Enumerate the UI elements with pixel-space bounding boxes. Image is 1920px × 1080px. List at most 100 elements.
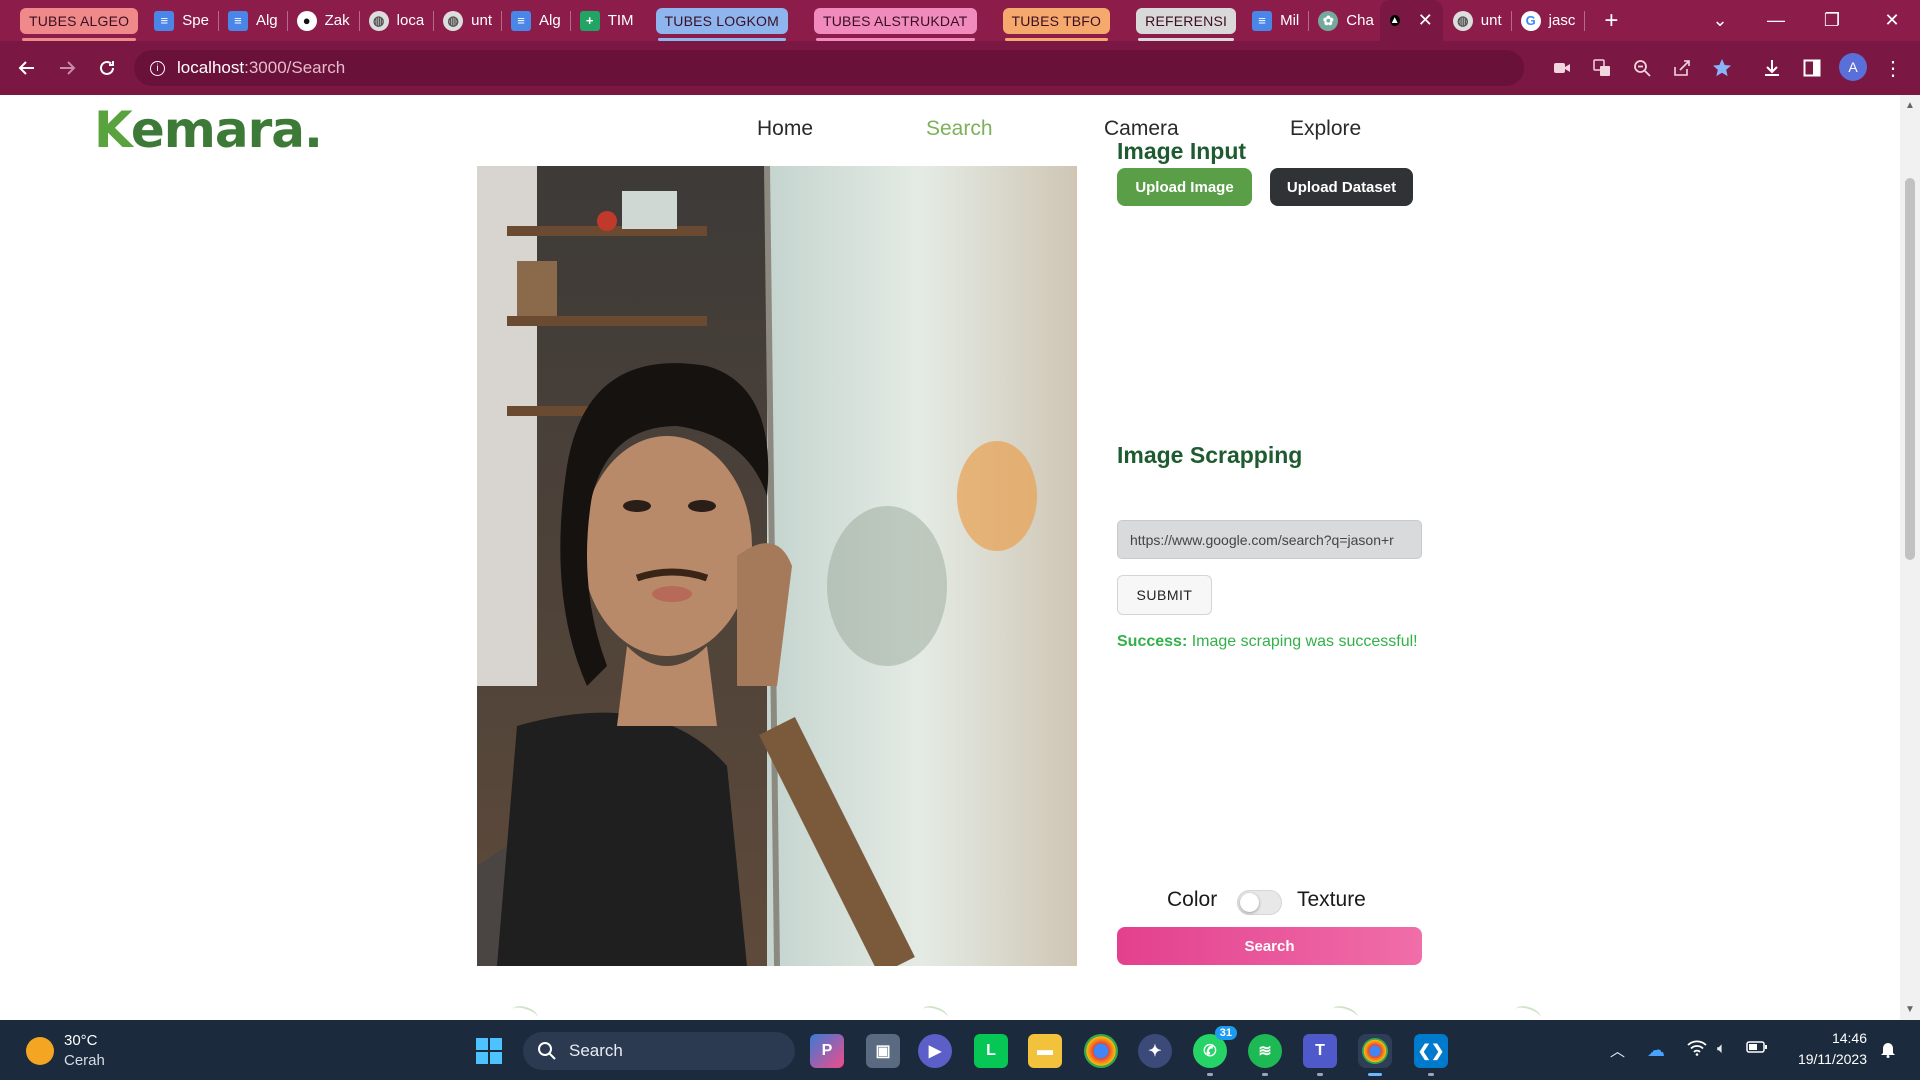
- taskbar-search[interactable]: Search: [523, 1032, 795, 1070]
- web-page: Kemara. Home Search Camera Explore Image…: [0, 95, 1900, 1020]
- search-button[interactable]: Search: [1117, 927, 1422, 965]
- chrome-icon[interactable]: [1084, 1034, 1118, 1068]
- tab-title: Alg: [539, 12, 561, 29]
- browser-tab[interactable]: ◍ unt: [443, 0, 492, 41]
- toggle-label-texture: Texture: [1297, 888, 1366, 911]
- browser-tab[interactable]: G jasc: [1520, 0, 1575, 41]
- browser-tab[interactable]: ≡ Spe: [154, 0, 209, 41]
- bookmark-star-icon[interactable]: [1708, 54, 1736, 82]
- nav-explore[interactable]: Explore: [1290, 117, 1361, 141]
- camera-blocked-icon[interactable]: [1548, 54, 1576, 82]
- kemara-logo[interactable]: Kemara.: [94, 101, 323, 159]
- decorative-leaf: [510, 1003, 540, 1020]
- university-app-icon[interactable]: ✦: [1138, 1034, 1172, 1068]
- teams-chat-icon[interactable]: ▶: [918, 1034, 952, 1068]
- forward-icon[interactable]: [47, 48, 87, 88]
- volume-icon[interactable]: 🔈︎: [1717, 1040, 1726, 1057]
- start-windows-icon[interactable]: [472, 1034, 506, 1068]
- nav-search[interactable]: Search: [926, 117, 993, 141]
- tab-search-icon[interactable]: ⌄: [1692, 0, 1748, 41]
- browser-tab[interactable]: ◍ loca: [368, 0, 425, 41]
- google-icon: G: [1520, 10, 1541, 31]
- tab-title: Spe: [182, 12, 209, 29]
- task-view-icon[interactable]: ▣: [866, 1034, 900, 1068]
- profile-avatar[interactable]: A: [1839, 53, 1867, 81]
- translate-icon[interactable]: [1588, 54, 1616, 82]
- upload-dataset-button[interactable]: Upload Dataset: [1270, 168, 1413, 206]
- site-info-icon[interactable]: i: [150, 60, 165, 76]
- tab-group-tubes-algeo[interactable]: TUBES ALGEO: [20, 7, 139, 41]
- scroll-down-icon[interactable]: ▼: [1905, 1004, 1915, 1015]
- browser-tab[interactable]: ◍ unt: [1452, 0, 1502, 41]
- globe-icon: ◍: [368, 10, 389, 31]
- vscode-icon[interactable]: ❮❯: [1414, 1034, 1448, 1076]
- minimize-icon[interactable]: —: [1748, 0, 1804, 41]
- zoom-icon[interactable]: [1628, 54, 1656, 82]
- whatsapp-icon[interactable]: ✆ 31: [1193, 1026, 1237, 1076]
- browser-tab[interactable]: ≡ Alg: [227, 0, 278, 41]
- share-icon[interactable]: [1668, 54, 1696, 82]
- tab-group-tubes-logkom[interactable]: TUBES LOGKOM: [655, 7, 788, 41]
- globe-icon: ◍: [443, 10, 464, 31]
- nav-home[interactable]: Home: [757, 117, 813, 141]
- status-prefix: Success:: [1117, 633, 1188, 650]
- tab-title: loca: [396, 12, 425, 29]
- show-hidden-icons[interactable]: ︿: [1610, 1040, 1625, 1061]
- tab-group-tubes-alstrukdat[interactable]: TUBES ALSTRUKDAT: [813, 7, 977, 41]
- restore-icon[interactable]: ❐: [1804, 0, 1860, 41]
- back-icon[interactable]: [7, 48, 47, 88]
- color-texture-toggle[interactable]: [1237, 890, 1282, 915]
- tab-group-referensi[interactable]: REFERENSI: [1136, 7, 1237, 41]
- tab-title: Mil: [1280, 12, 1300, 29]
- scrape-url-input[interactable]: https://www.google.com/search?q=jason+r: [1117, 520, 1422, 559]
- teams-icon[interactable]: T: [1303, 1034, 1337, 1076]
- tab-group-tubes-tbfo[interactable]: TUBES TBFO: [1002, 7, 1111, 41]
- onedrive-icon[interactable]: ☁: [1647, 1040, 1665, 1061]
- browser-tab[interactable]: ≡ Alg: [511, 0, 561, 41]
- github-icon: ●: [296, 10, 317, 31]
- close-tab-icon[interactable]: ✕: [1418, 10, 1433, 31]
- status-text: Image scraping was successful!: [1191, 633, 1418, 650]
- docs-icon: ≡: [511, 10, 532, 31]
- triangle-icon: ▲: [1389, 15, 1400, 26]
- reload-icon[interactable]: [87, 48, 127, 88]
- browser-toolbar: i localhost:3000/Search A ⋮: [0, 41, 1920, 95]
- browser-tab-active[interactable]: ▲ ✕: [1379, 0, 1443, 41]
- tab-title: Alg: [255, 12, 278, 29]
- scroll-up-icon[interactable]: ▲: [1905, 100, 1915, 111]
- design-app-icon[interactable]: P: [810, 1034, 844, 1068]
- download-icon[interactable]: [1758, 54, 1786, 82]
- weather-icon[interactable]: [26, 1037, 54, 1065]
- docs-icon: ≡: [154, 10, 175, 31]
- line-icon[interactable]: L: [974, 1034, 1008, 1068]
- image-scrapping-title: Image Scrapping: [1117, 442, 1303, 468]
- tab-title: TIM: [607, 12, 634, 29]
- weather-temp: 30°C: [64, 1032, 98, 1049]
- new-tab-icon[interactable]: +: [1604, 7, 1618, 35]
- scroll-thumb[interactable]: [1905, 178, 1915, 560]
- wifi-icon[interactable]: [1687, 1040, 1707, 1060]
- browser-tab[interactable]: ✿ Cha: [1318, 0, 1374, 41]
- globe-icon: ◍: [1452, 10, 1473, 31]
- address-bar[interactable]: i localhost:3000/Search: [134, 50, 1524, 86]
- window-close-icon[interactable]: ✕: [1864, 0, 1920, 41]
- clock-time[interactable]: 14:46: [1787, 1030, 1867, 1046]
- browser-tab[interactable]: + TIM: [579, 0, 634, 41]
- browser-tab[interactable]: ≡ Mil: [1252, 0, 1299, 41]
- menu-kebab-icon[interactable]: ⋮: [1879, 54, 1907, 82]
- page-scrollbar[interactable]: ▲ ▼: [1900, 95, 1920, 1020]
- file-explorer-icon[interactable]: ▬: [1028, 1034, 1062, 1068]
- submit-button[interactable]: SUBMIT: [1117, 575, 1212, 615]
- battery-icon[interactable]: [1746, 1040, 1768, 1058]
- clock-date[interactable]: 19/11/2023: [1777, 1051, 1867, 1067]
- side-panel-icon[interactable]: [1798, 54, 1826, 82]
- search-icon: [538, 1042, 556, 1060]
- chrome-profile-icon[interactable]: [1358, 1034, 1392, 1076]
- toggle-label-color: Color: [1167, 888, 1218, 911]
- spotify-icon[interactable]: ≋: [1248, 1034, 1282, 1076]
- browser-tab[interactable]: ● Zak: [296, 0, 350, 41]
- notification-bell-icon[interactable]: [1880, 1040, 1896, 1062]
- windows-taskbar: 30°C Cerah Search P ▣ ▶ L ▬ ✦ ✆ 31 ≋ T ❮…: [0, 1020, 1920, 1080]
- upload-image-button[interactable]: Upload Image: [1117, 168, 1252, 206]
- docs-icon: ≡: [227, 10, 248, 31]
